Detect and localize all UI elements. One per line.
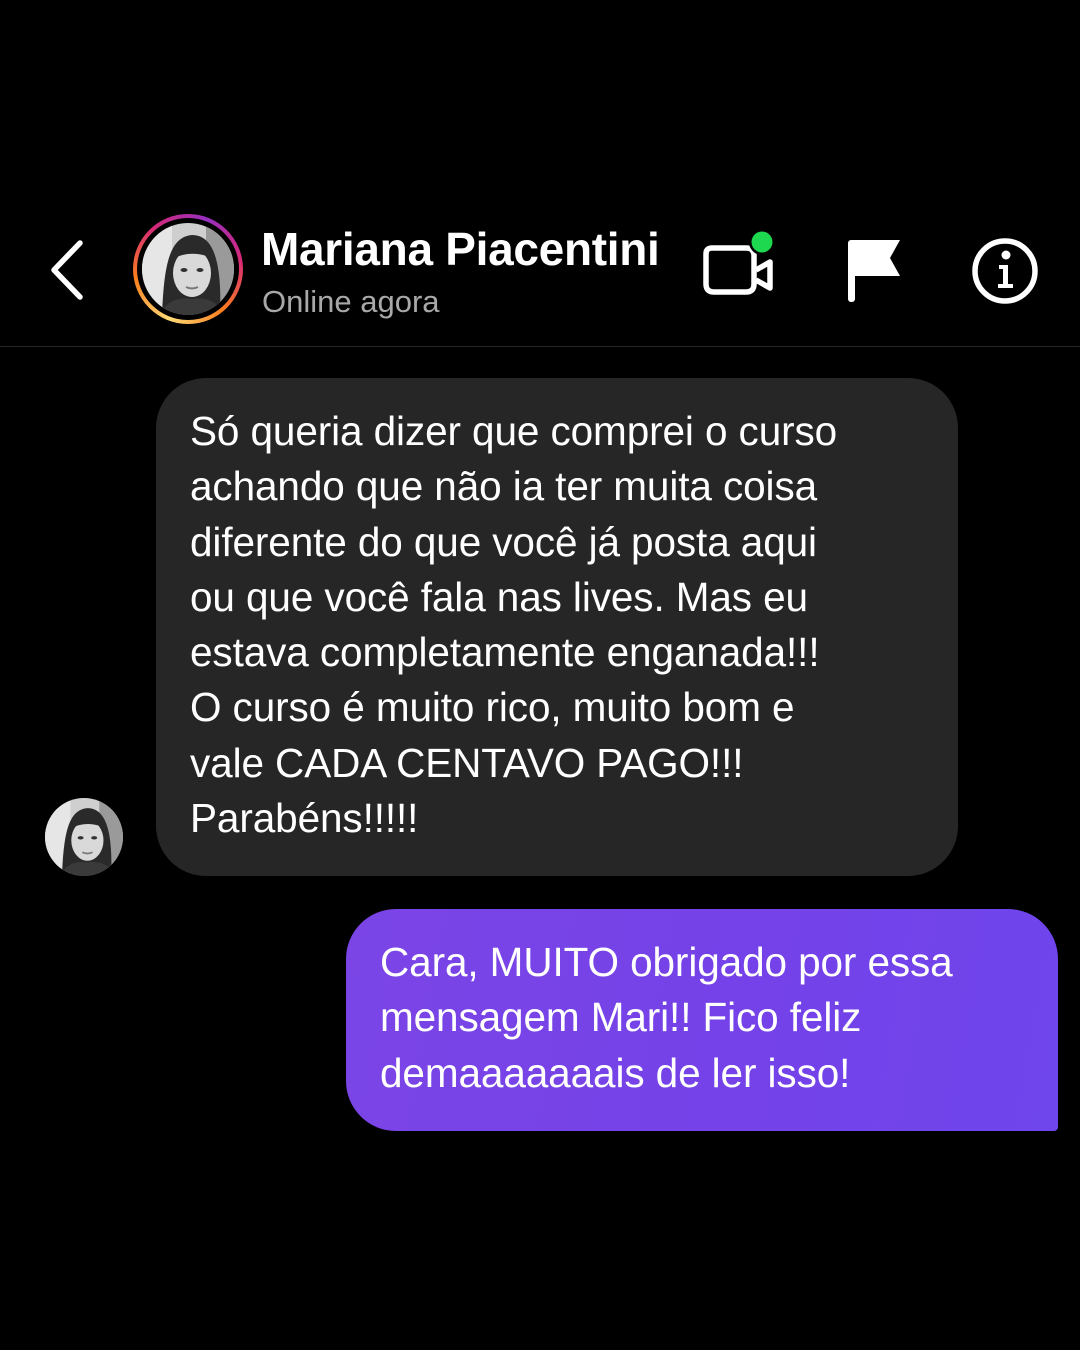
avatar-photo	[142, 223, 234, 315]
outgoing-message[interactable]: Cara, MUITO obrigado por essa mensagem M…	[346, 909, 1058, 1131]
back-button[interactable]	[40, 238, 92, 302]
flag-icon	[848, 240, 900, 302]
contact-avatar[interactable]	[133, 214, 243, 324]
chevron-left-icon	[51, 240, 83, 300]
info-icon	[972, 238, 1038, 304]
video-call-button[interactable]	[700, 230, 780, 306]
chat-header: Mariana Piacentini Online agora	[0, 190, 1080, 347]
contact-status: Online agora	[262, 284, 440, 319]
video-call-icon	[703, 230, 775, 295]
info-button[interactable]	[968, 234, 1042, 308]
contact-name[interactable]: Mariana Piacentini	[261, 222, 660, 276]
incoming-message[interactable]: Só queria dizer que comprei o curso acha…	[156, 378, 958, 876]
sender-avatar[interactable]	[45, 798, 123, 876]
online-dot	[751, 231, 773, 253]
report-button[interactable]	[840, 234, 906, 304]
